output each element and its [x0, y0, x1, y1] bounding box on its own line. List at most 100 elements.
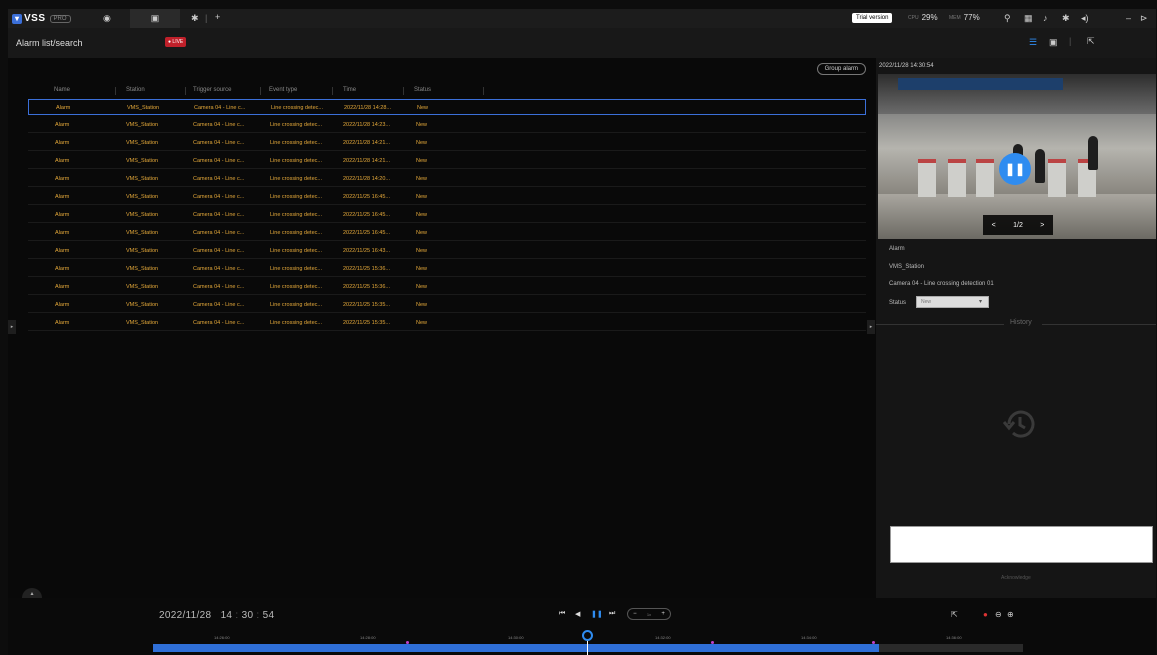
table-cell: Alarm [55, 194, 70, 200]
column-header-status[interactable]: Status [414, 87, 431, 93]
timeline-label: 14:36:00 [946, 635, 962, 640]
column-header-trigger-source[interactable]: Trigger source [193, 87, 231, 93]
alarm-event-marker[interactable] [711, 641, 714, 644]
playback-datetime[interactable]: 2022/11/28 14 : 30 : 54 [159, 610, 274, 621]
video-gate [976, 159, 994, 197]
table-row[interactable]: Alarm VMS_Station Camera 04 - Line c... Lin… [28, 189, 866, 205]
alarm-station: VMS_Station [889, 264, 925, 270]
zoom-in-icon[interactable]: ⊕ [1007, 610, 1014, 619]
skip-start-icon[interactable]: ⏮ [559, 610, 565, 618]
column-divider [115, 87, 116, 95]
alarm-event-marker[interactable] [406, 641, 409, 644]
minimize-icon[interactable]: – [1126, 13, 1131, 23]
table-row[interactable]: Alarm VMS_Station Camera 04 - Line c... Lin… [28, 207, 866, 223]
live-button[interactable]: ● LIVE [165, 37, 187, 47]
mem-label: MEM [949, 14, 961, 21]
table-cell: Camera 04 - Line c... [193, 302, 245, 308]
speed-increase-button[interactable]: + [661, 611, 665, 617]
bell-icon[interactable]: ♪ [1043, 13, 1048, 23]
table-row[interactable]: Alarm VMS_Station Camera 04 - Line c... Lin… [28, 315, 866, 331]
search-icon[interactable]: ⚲ [1004, 13, 1011, 24]
snapshot-timestamp: 2022/11/28 14:30:54 [879, 63, 934, 69]
table-cell: Line crossing detec... [270, 284, 322, 290]
table-cell: Camera 04 - Line c... [193, 122, 245, 128]
table-cell: VMS_Station [126, 158, 159, 164]
export-icon[interactable]: ⇱ [1087, 36, 1095, 47]
comment-input[interactable] [890, 526, 1153, 563]
table-cell: Line crossing detec... [270, 176, 322, 182]
sub-header: Alarm list/search ● LIVE ☰ ▣ | ⇱ [8, 28, 1156, 58]
left-panel-toggle[interactable]: ▸ [8, 320, 16, 334]
video-gate [1048, 159, 1066, 197]
table-cell: Line crossing detec... [270, 248, 322, 254]
eye-icon[interactable]: ◉ [103, 13, 111, 24]
column-divider [260, 87, 261, 95]
table-cell: VMS_Station [126, 176, 159, 182]
table-cell: New [416, 302, 428, 308]
skip-end-icon[interactable]: ⏭ [609, 610, 615, 618]
table-header: Name Station Trigger source Event type T… [28, 85, 868, 97]
table-cell: VMS_Station [127, 105, 160, 111]
timeline-scrubber[interactable] [582, 630, 593, 641]
timeline-label: 14:34:00 [801, 635, 817, 640]
table-row[interactable]: Alarm VMS_Station Camera 04 - Line c... Lin… [28, 99, 866, 115]
pause-button[interactable]: ❚❚ [999, 153, 1031, 185]
tab-playback[interactable]: ▣ [130, 9, 180, 28]
status-label: Status [889, 300, 907, 306]
pager-next-button[interactable]: > [1040, 222, 1044, 229]
column-header-time[interactable]: Time [343, 87, 356, 93]
list-view-icon[interactable]: ☰ [1029, 37, 1037, 48]
column-divider [332, 87, 333, 95]
history-divider [876, 324, 1004, 325]
grid-icon[interactable]: ▦ [1024, 13, 1033, 24]
table-cell: 2022/11/25 16:45... [343, 212, 390, 218]
settings-icon[interactable]: ✱ [191, 13, 199, 24]
table-row[interactable]: Alarm VMS_Station Camera 04 - Line c... Lin… [28, 153, 866, 169]
volume-icon[interactable]: ◂) [1081, 13, 1089, 24]
table-row[interactable]: Alarm VMS_Station Camera 04 - Line c... Lin… [28, 261, 866, 277]
speed-decrease-button[interactable]: − [633, 611, 637, 617]
column-divider [185, 87, 186, 95]
table-cell: VMS_Station [126, 248, 159, 254]
table-row[interactable]: Alarm VMS_Station Camera 04 - Line c... Lin… [28, 171, 866, 187]
zoom-out-icon[interactable]: ⊖ [995, 610, 1002, 619]
speed-control[interactable]: − 1x + [627, 608, 671, 620]
pager-prev-button[interactable]: < [992, 222, 996, 229]
acknowledge-button[interactable]: Acknowledge [1001, 575, 1031, 581]
table-cell: Alarm [55, 248, 70, 254]
table-cell: 2022/11/25 15:35... [343, 302, 390, 308]
pause-icon[interactable]: ❚❚ [591, 610, 603, 618]
table-row[interactable]: Alarm VMS_Station Camera 04 - Line c... Lin… [28, 225, 866, 241]
playback-bar: 2022/11/28 14 : 30 : 54 ⏮ ◀ ❚❚ ⏭ − 1x + … [8, 598, 1156, 655]
status-value: New [921, 299, 932, 305]
record-icon[interactable]: ● [983, 610, 988, 619]
table-row[interactable]: Alarm VMS_Station Camera 04 - Line c... Lin… [28, 135, 866, 151]
table-cell: VMS_Station [126, 320, 159, 326]
timeline-label: 14:26:00 [214, 635, 230, 640]
trial-version-button[interactable]: Trial version [852, 13, 893, 23]
status-select[interactable]: New ▾ [916, 296, 989, 308]
live-label: LIVE [172, 39, 184, 45]
alarm-event-marker[interactable] [872, 641, 875, 644]
table-cell: VMS_Station [126, 230, 159, 236]
column-header-name[interactable]: Name [54, 87, 70, 93]
table-row[interactable]: Alarm VMS_Station Camera 04 - Line c... Lin… [28, 297, 866, 313]
column-header-station[interactable]: Station [126, 87, 145, 93]
table-row[interactable]: Alarm VMS_Station Camera 04 - Line c... Lin… [28, 117, 866, 133]
video-person [1035, 149, 1045, 183]
add-tab-icon[interactable]: + [215, 12, 220, 22]
video-gate [918, 159, 936, 197]
time-separator: : [256, 610, 260, 621]
table-row[interactable]: Alarm VMS_Station Camera 04 - Line c... Lin… [28, 279, 866, 295]
restore-icon[interactable]: ⊳ [1140, 13, 1148, 24]
table-row[interactable]: Alarm VMS_Station Camera 04 - Line c... Lin… [28, 243, 866, 259]
step-back-icon[interactable]: ◀ [575, 610, 580, 618]
gear-icon[interactable]: ✱ [1062, 13, 1070, 24]
group-alarm-button[interactable]: Group alarm [816, 63, 866, 75]
right-panel-toggle[interactable]: ▸ [867, 320, 875, 334]
alarm-video-view[interactable]: ❚❚ < 1/2 > [878, 74, 1156, 239]
export-icon[interactable]: ⇱ [951, 610, 958, 619]
thumbnail-view-icon[interactable]: ▣ [1049, 37, 1058, 48]
column-header-event-type[interactable]: Event type [269, 87, 297, 93]
playback-hour: 14 [220, 610, 233, 621]
